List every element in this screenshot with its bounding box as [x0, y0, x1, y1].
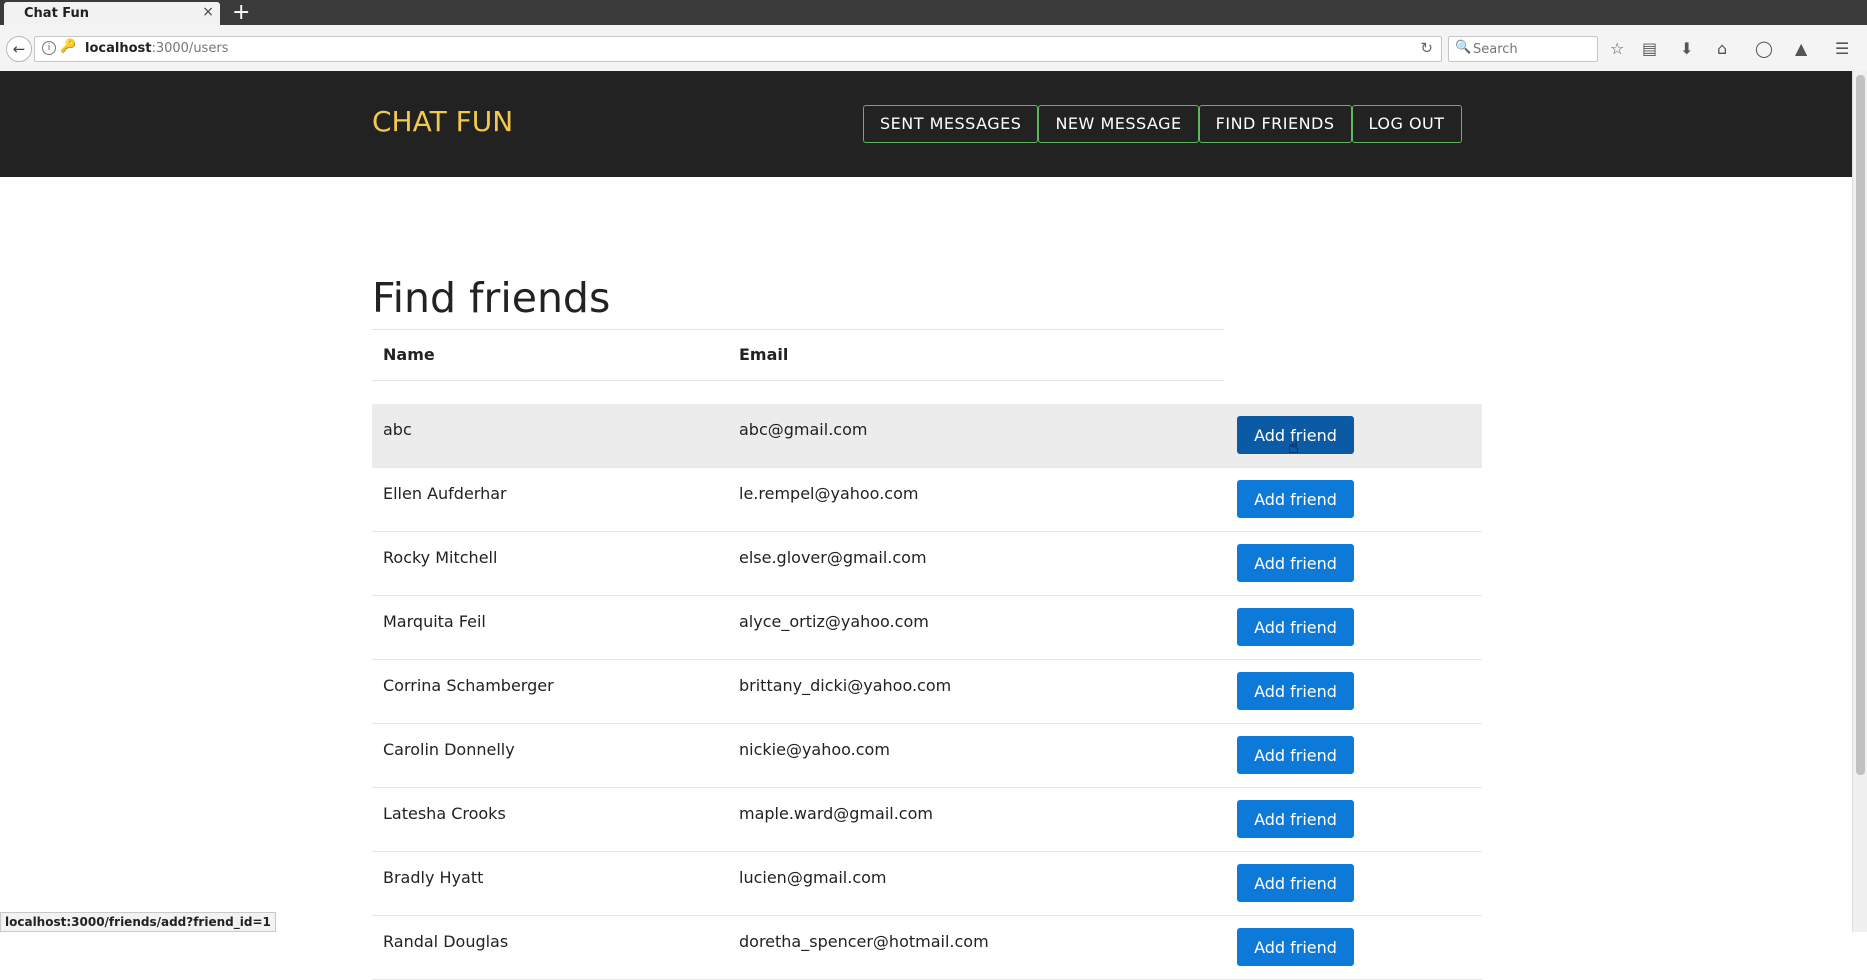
hand-pointer-icon: ☝ — [1288, 437, 1299, 458]
search-box[interactable]: 🔍 — [1448, 36, 1598, 62]
user-name: Latesha Crooks — [383, 804, 506, 823]
browser-tab[interactable]: Chat Fun × — [4, 2, 220, 25]
user-email: doretha_spencer@hotmail.com — [739, 932, 989, 951]
table-row: Randal Douglas doretha_spencer@hotmail.co… — [372, 916, 1482, 980]
address-bar[interactable]: i 🔑 localhost:3000/users ↻ — [34, 36, 1442, 62]
account-icon[interactable]: ▲ — [1795, 39, 1807, 58]
page-scrollbar[interactable] — [1852, 71, 1867, 932]
column-header-email: Email — [739, 345, 789, 364]
user-email: le.rempel@yahoo.com — [739, 484, 919, 503]
scrollbar-thumb[interactable] — [1856, 75, 1865, 775]
user-email: brittany_dicki@yahoo.com — [739, 676, 952, 695]
reading-list-icon[interactable]: ▤ — [1642, 39, 1657, 58]
tab-title: Chat Fun — [24, 6, 90, 21]
add-friend-button[interactable]: Add friend — [1237, 864, 1354, 902]
user-email: abc@gmail.com — [739, 420, 868, 439]
table-row: Latesha Crooks maple.ward@gmail.com Add fr… — [372, 788, 1482, 852]
nav-log-out[interactable]: LOG OUT — [1351, 105, 1462, 143]
reload-icon[interactable]: ↻ — [1420, 39, 1433, 57]
table-row: Rocky Mitchell else.glover@gmail.com Add f… — [372, 532, 1482, 596]
nav-sent-messages[interactable]: SENT MESSAGES — [863, 105, 1039, 143]
url-path: :3000/users — [151, 41, 229, 56]
user-email: nickie@yahoo.com — [739, 740, 890, 759]
search-icon: 🔍 — [1455, 40, 1472, 55]
download-icon[interactable]: ⬇ — [1680, 39, 1693, 58]
add-friend-button[interactable]: Add friend — [1237, 544, 1354, 582]
close-tab-icon[interactable]: × — [202, 4, 214, 20]
table-row: Bradly Hyatt lucien@gmail.com Add friend — [372, 852, 1482, 916]
url-text[interactable]: localhost:3000/users — [85, 41, 228, 56]
url-host: localhost — [85, 41, 152, 56]
page-title: Find friends — [372, 274, 611, 322]
table-header: Name Email — [372, 329, 1224, 381]
app-header: CHAT FUN SENT MESSAGES NEW MESSAGE FIND … — [0, 71, 1852, 177]
add-friend-button[interactable]: Add friend — [1237, 928, 1354, 966]
user-name: Corrina Schamberger — [383, 676, 554, 695]
status-bar-url: localhost:3000/friends/add?friend_id=1 — [0, 912, 276, 932]
bookmark-star-icon[interactable]: ☆ — [1610, 39, 1624, 58]
table-row: abc abc@gmail.com Add friend — [372, 404, 1482, 468]
new-tab-icon[interactable]: + — [232, 0, 250, 25]
add-friend-button[interactable]: Add friend — [1237, 800, 1354, 838]
user-name: Marquita Feil — [383, 612, 486, 631]
user-email: alyce_ortiz@yahoo.com — [739, 612, 929, 631]
user-name: Randal Douglas — [383, 932, 509, 951]
table-row: Ellen Aufderhar le.rempel@yahoo.com Add fr… — [372, 468, 1482, 532]
nav-find-friends[interactable]: FIND FRIENDS — [1198, 105, 1352, 143]
brand-logo[interactable]: CHAT FUN — [372, 105, 513, 138]
browser-toolbar: ← i 🔑 localhost:3000/users ↻ 🔍 ☆ ▤ ⬇ ⌂ ◯… — [0, 25, 1867, 72]
user-name: Carolin Donnelly — [383, 740, 515, 759]
key-icon: 🔑 — [60, 39, 77, 54]
user-name: abc — [383, 420, 412, 439]
home-icon[interactable]: ⌂ — [1717, 39, 1727, 58]
table-row: Corrina Schamberger brittany_dicki@yahoo.… — [372, 660, 1482, 724]
add-friend-button[interactable]: Add friend — [1237, 672, 1354, 710]
column-header-name: Name — [383, 345, 435, 364]
add-friend-button[interactable]: Add friend — [1237, 480, 1354, 518]
pocket-icon[interactable]: ◯ — [1755, 39, 1773, 58]
info-icon[interactable]: i — [42, 41, 56, 55]
table-row: Carolin Donnelly nickie@yahoo.com Add frie… — [372, 724, 1482, 788]
browser-tab-bar: Chat Fun × + — [0, 0, 1867, 25]
user-name: Bradly Hyatt — [383, 868, 484, 887]
add-friend-button[interactable]: Add friend — [1237, 736, 1354, 774]
table-row: Marquita Feil alyce_ortiz@yahoo.com Add fr… — [372, 596, 1482, 660]
menu-icon[interactable]: ☰ — [1835, 39, 1849, 58]
search-input[interactable] — [1471, 39, 1593, 59]
nav-new-message[interactable]: NEW MESSAGE — [1038, 105, 1199, 143]
user-name: Ellen Aufderhar — [383, 484, 507, 503]
add-friend-button[interactable]: Add friend — [1237, 608, 1354, 646]
user-email: maple.ward@gmail.com — [739, 804, 933, 823]
main-nav: SENT MESSAGES NEW MESSAGE FIND FRIENDS L… — [863, 105, 1462, 143]
user-name: Rocky Mitchell — [383, 548, 498, 567]
back-arrow-icon[interactable]: ← — [6, 36, 32, 62]
users-table-body: abc abc@gmail.com Add friend Ellen Aufderha… — [372, 404, 1482, 980]
user-email: else.glover@gmail.com — [739, 548, 927, 567]
user-email: lucien@gmail.com — [739, 868, 887, 887]
